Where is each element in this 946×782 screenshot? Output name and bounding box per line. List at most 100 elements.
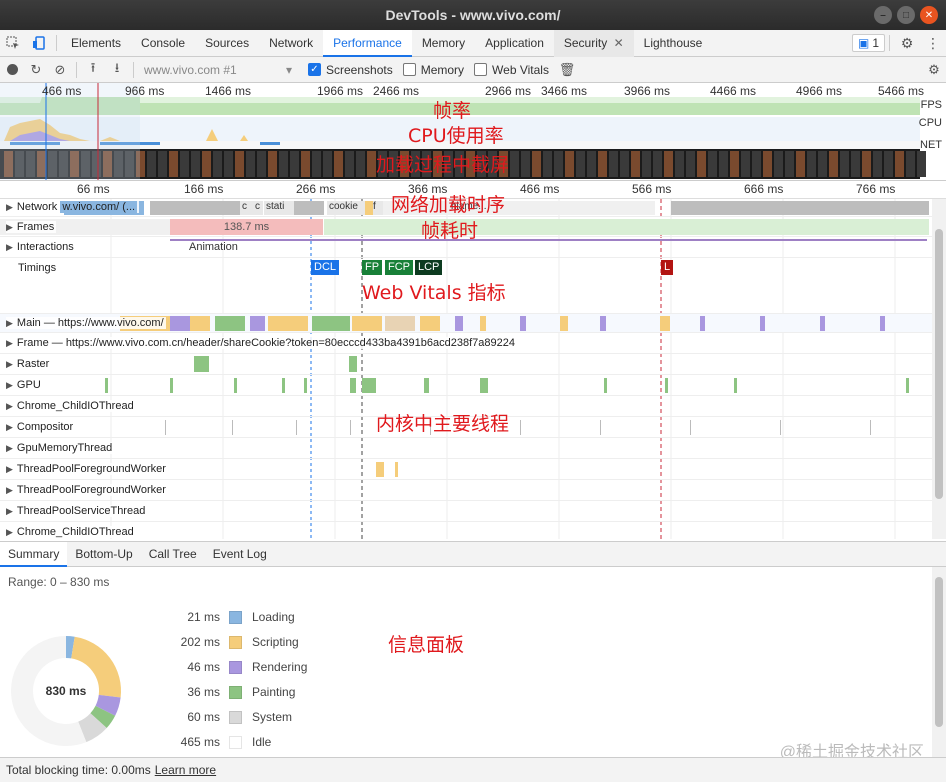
fcp-marker[interactable]: FCP — [385, 260, 413, 275]
tab-lighthouse[interactable]: Lighthouse — [634, 30, 713, 57]
summary-scrollbar-thumb[interactable] — [935, 577, 943, 727]
inspect-element-icon[interactable] — [0, 30, 26, 57]
screenshot-thumbnail[interactable] — [620, 151, 629, 177]
lcp-marker[interactable]: LCP — [415, 260, 443, 275]
screenshot-thumbnail[interactable] — [290, 151, 299, 177]
screenshot-thumbnail[interactable] — [730, 151, 739, 177]
screenshot-thumbnail[interactable] — [301, 151, 310, 177]
screenshot-thumbnail[interactable] — [521, 151, 530, 177]
screenshot-thumbnail[interactable] — [158, 151, 167, 177]
tab-call-tree[interactable]: Call Tree — [141, 542, 205, 567]
chrome-io-thread-label[interactable]: ▶ Chrome_ChildIOThread — [6, 526, 136, 538]
tab-bottom-up[interactable]: Bottom-Up — [67, 542, 140, 567]
screenshot-thumbnail[interactable] — [906, 151, 915, 177]
screenshot-thumbnail[interactable] — [554, 151, 563, 177]
gpu-memory-thread-track[interactable]: ▶ GpuMemoryThread — [0, 438, 932, 459]
flamechart-tracks[interactable]: c c stati cookie f hlame... ▶ Network w.v… — [0, 199, 932, 539]
raster-track-label[interactable]: ▶ Raster — [6, 358, 52, 370]
screenshot-thumbnail[interactable] — [708, 151, 717, 177]
screenshot-thumbnail[interactable] — [235, 151, 244, 177]
minimize-icon[interactable]: – — [874, 6, 892, 24]
tab-event-log[interactable]: Event Log — [205, 542, 275, 567]
screenshot-thumbnail[interactable] — [796, 151, 805, 177]
screenshot-thumbnail[interactable] — [543, 151, 552, 177]
threadpool-foreground-worker-label[interactable]: ▶ ThreadPoolForegroundWorker — [6, 463, 168, 475]
screenshot-thumbnail[interactable] — [895, 151, 904, 177]
tab-memory[interactable]: Memory — [412, 30, 475, 57]
screenshot-thumbnail[interactable] — [664, 151, 673, 177]
screenshot-thumbnail[interactable] — [719, 151, 728, 177]
tab-sources[interactable]: Sources — [195, 30, 259, 57]
screenshot-thumbnail[interactable] — [598, 151, 607, 177]
frames-track-label[interactable]: ▶ Frames — [6, 221, 57, 233]
main-thread-label[interactable]: ▶ Main — https://www.vivo.com/ — [6, 317, 166, 329]
tracks-scrollbar-thumb[interactable] — [935, 229, 943, 499]
tab-application[interactable]: Application — [475, 30, 554, 57]
raster-track[interactable]: ▶ Raster — [0, 354, 932, 375]
screenshot-thumbnail[interactable] — [807, 151, 816, 177]
screenshot-thumbnail[interactable] — [213, 151, 222, 177]
threadpool-service-thread-label[interactable]: ▶ ThreadPoolServiceThread — [6, 505, 148, 517]
screenshot-thumbnail[interactable] — [873, 151, 882, 177]
frame-bar-long[interactable]: 138.7 ms — [170, 219, 323, 235]
screenshot-thumbnail[interactable] — [202, 151, 211, 177]
screenshot-thumbnail[interactable] — [323, 151, 332, 177]
chrome-io-thread-track[interactable]: ▶ Chrome_ChildIOThread — [0, 522, 932, 539]
screenshot-thumbnail[interactable] — [312, 151, 321, 177]
screenshot-thumbnail[interactable] — [532, 151, 541, 177]
screenshot-thumbnail[interactable] — [246, 151, 255, 177]
gpu-track[interactable]: ▶ GPU — [0, 375, 932, 396]
screenshot-thumbnail[interactable] — [653, 151, 662, 177]
screenshots-checkbox[interactable]: ✓ Screenshots — [308, 63, 393, 77]
record-icon[interactable] — [0, 58, 24, 82]
threadpool-foreground-worker-label[interactable]: ▶ ThreadPoolForegroundWorker — [6, 484, 168, 496]
frame-thread-label[interactable]: ▶ Frame — https://www.vivo.com.cn/header/… — [6, 337, 517, 349]
screenshot-thumbnail[interactable] — [686, 151, 695, 177]
reload-record-icon[interactable]: ↻ — [24, 58, 48, 82]
screenshot-thumbnail[interactable] — [917, 151, 926, 177]
screenshot-thumbnail[interactable] — [180, 151, 189, 177]
screenshot-thumbnail[interactable] — [851, 151, 860, 177]
tab-network[interactable]: Network — [259, 30, 323, 57]
screenshot-thumbnail[interactable] — [752, 151, 761, 177]
screenshot-thumbnail[interactable] — [576, 151, 585, 177]
interactions-track-label[interactable]: ▶ Interactions — [6, 241, 76, 253]
screenshot-thumbnail[interactable] — [279, 151, 288, 177]
screenshot-thumbnail[interactable] — [675, 151, 684, 177]
screenshot-thumbnail[interactable] — [862, 151, 871, 177]
tab-elements[interactable]: Elements — [61, 30, 131, 57]
screenshot-thumbnail[interactable] — [191, 151, 200, 177]
frame-thread-track[interactable]: ▶ Frame — https://www.vivo.com.cn/header/… — [0, 333, 932, 354]
screenshot-thumbnail[interactable] — [785, 151, 794, 177]
screenshot-thumbnail[interactable] — [345, 151, 354, 177]
more-menu-icon[interactable]: ⋮ — [920, 30, 946, 57]
load-marker[interactable]: L — [661, 260, 674, 275]
chrome-io-thread-label[interactable]: ▶ Chrome_ChildIOThread — [6, 400, 136, 412]
maximize-icon[interactable]: □ — [897, 6, 915, 24]
summary-scrollbar[interactable] — [932, 567, 946, 757]
issues-badge[interactable]: ▣ 1 — [851, 34, 885, 52]
memory-checkbox[interactable]: Memory — [402, 63, 464, 77]
screenshot-thumbnail[interactable] — [334, 151, 343, 177]
screenshot-thumbnail[interactable] — [268, 151, 277, 177]
tab-console[interactable]: Console — [131, 30, 195, 57]
compositor-track-label[interactable]: ▶ Compositor — [6, 421, 76, 433]
screenshot-thumbnail[interactable] — [565, 151, 574, 177]
tab-summary[interactable]: Summary — [0, 541, 68, 567]
recording-select[interactable]: www.vivo.com #1 ▾ — [138, 61, 298, 79]
close-icon[interactable]: ✕ — [920, 6, 938, 24]
capture-settings-gear-icon[interactable]: ⚙ — [922, 58, 946, 82]
device-toolbar-icon[interactable] — [26, 30, 52, 57]
download-profile-icon[interactable]: ⭳ — [105, 58, 129, 82]
dcl-marker[interactable]: DCL — [311, 260, 340, 275]
clear-icon[interactable]: ⊘ — [48, 58, 72, 82]
fp-marker[interactable]: FP — [362, 260, 383, 275]
screenshot-thumbnail[interactable] — [697, 151, 706, 177]
screenshot-thumbnail[interactable] — [763, 151, 772, 177]
screenshot-thumbnail[interactable] — [510, 151, 519, 177]
screenshot-thumbnail[interactable] — [169, 151, 178, 177]
screenshot-thumbnail[interactable] — [642, 151, 651, 177]
screenshot-thumbnail[interactable] — [829, 151, 838, 177]
screenshot-thumbnail[interactable] — [741, 151, 750, 177]
threadpool-foreground-worker-track[interactable]: ▶ ThreadPoolForegroundWorker — [0, 459, 932, 480]
